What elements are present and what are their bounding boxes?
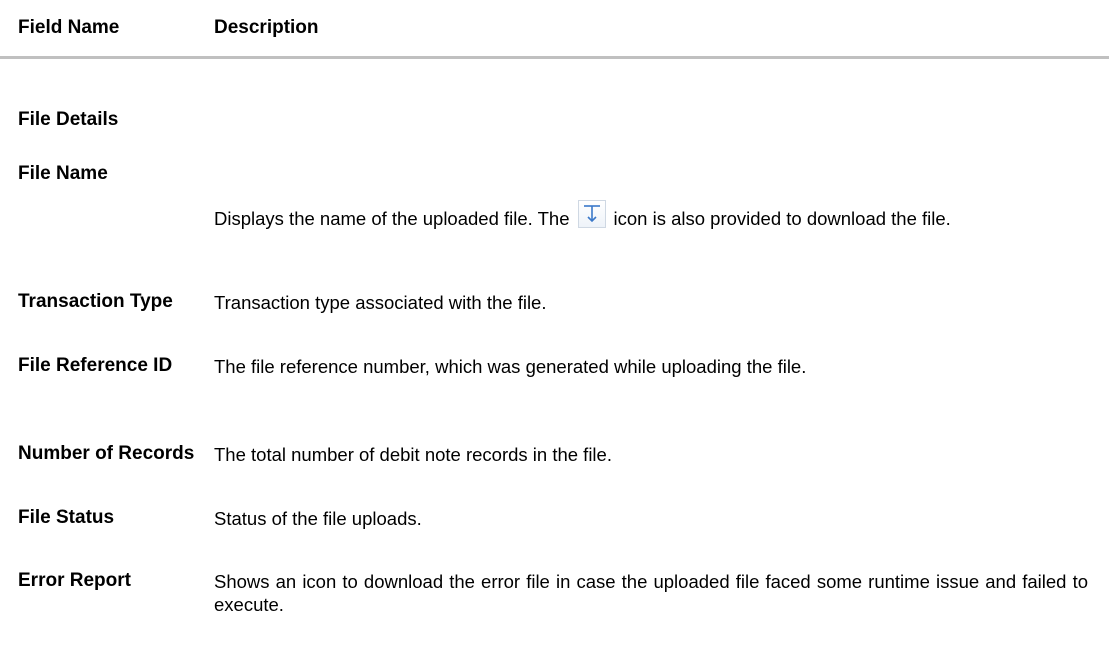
download-icon (577, 200, 606, 228)
field-description-table: Field Name Description File Details File… (0, 0, 1109, 650)
field-name-transaction-type: Transaction Type (18, 291, 173, 312)
column-header-description: Description (214, 17, 319, 38)
description-error-report: Shows an icon to download the error file… (214, 571, 1088, 615)
field-name-file-name: File Name (18, 163, 108, 184)
field-name-file-status: File Status (18, 507, 115, 528)
description-text-before-icon: Displays the name of the uploaded file. … (214, 208, 570, 229)
description-number-of-records: The total number of debit note records i… (214, 444, 612, 465)
description-file-reference-id: The file reference number, which was gen… (214, 356, 807, 377)
description-transaction-type: Transaction type associated with the fil… (214, 292, 547, 313)
column-header-field-name: Field Name (18, 17, 120, 38)
description-file-status: Status of the file uploads. (214, 508, 422, 529)
description-text-after-icon: icon is also provided to download the fi… (613, 208, 951, 229)
field-name-number-of-records: Number of Records (18, 443, 195, 464)
field-name-file-reference-id: File Reference ID (18, 355, 173, 376)
table-header: Field Name Description (0, 0, 1109, 59)
field-name-error-report: Error Report (18, 570, 131, 591)
section-title-file-details: File Details (18, 109, 119, 130)
description-file-name: Displays the name of the uploaded file. … (214, 200, 1088, 230)
